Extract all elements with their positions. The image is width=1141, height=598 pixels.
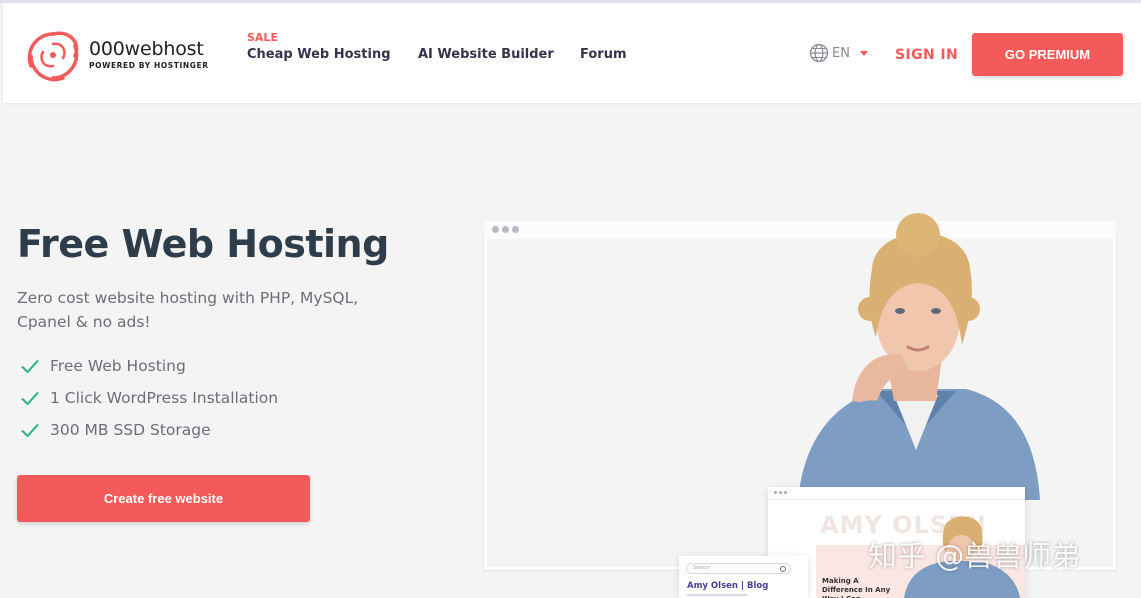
sale-badge: SALE bbox=[247, 31, 278, 44]
search-icon bbox=[780, 566, 786, 572]
hero-subtitle: Zero cost website hosting with PHP, MySQ… bbox=[17, 289, 359, 331]
divider bbox=[768, 499, 1025, 500]
logo-wordmark[interactable]: 000webhost POWERED BY HOSTINGER bbox=[89, 39, 209, 70]
nav-link-ai-website-builder[interactable]: AI Website Builder bbox=[418, 47, 554, 62]
preview-search-input: Search bbox=[686, 563, 791, 574]
language-label: EN bbox=[832, 45, 850, 61]
window-dots-icon bbox=[492, 226, 519, 233]
blog-preview-card: Search Amy Olsen | Blog bbox=[679, 556, 808, 598]
hero-person-image bbox=[798, 213, 1040, 500]
watermark-text: 知乎 @兽兽师弟 bbox=[868, 539, 1081, 573]
feature-item: 1 Click WordPress Installation bbox=[20, 382, 278, 414]
blog-title: Amy Olsen | Blog bbox=[687, 581, 769, 591]
check-icon bbox=[21, 359, 39, 374]
feature-label: Free Web Hosting bbox=[50, 357, 186, 375]
check-icon bbox=[21, 423, 39, 438]
check-icon bbox=[21, 391, 39, 406]
feature-item: 300 MB SSD Storage bbox=[20, 414, 278, 446]
preview-headline: Making A Difference In Any Way I Can bbox=[822, 577, 891, 598]
feature-label: 1 Click WordPress Installation bbox=[50, 389, 279, 407]
site-header: 000webhost POWERED BY HOSTINGER SALE Che… bbox=[3, 3, 1141, 103]
globe-icon bbox=[809, 43, 829, 63]
create-free-website-button[interactable]: Create free website bbox=[17, 475, 310, 522]
feature-item: Free Web Hosting bbox=[20, 350, 278, 382]
language-selector[interactable]: EN bbox=[809, 43, 868, 63]
go-premium-button[interactable]: GO PREMIUM bbox=[972, 33, 1123, 76]
feature-label: 300 MB SSD Storage bbox=[50, 421, 211, 439]
nav-link-cheap-web-hosting[interactable]: Cheap Web Hosting bbox=[247, 47, 391, 62]
sign-in-link[interactable]: SIGN IN bbox=[895, 47, 958, 63]
brand-name: 000webhost bbox=[89, 38, 204, 60]
swirl-logo-icon[interactable] bbox=[23, 26, 83, 84]
feature-list: Free Web Hosting 1 Click WordPress Insta… bbox=[20, 350, 278, 446]
window-dots-icon bbox=[774, 491, 787, 494]
preview-search-placeholder: Search bbox=[693, 565, 711, 571]
nav-link-forum[interactable]: Forum bbox=[580, 47, 627, 62]
brand-tagline: POWERED BY HOSTINGER bbox=[89, 61, 209, 70]
blog-url-line bbox=[687, 594, 747, 596]
chevron-down-icon bbox=[859, 50, 868, 56]
hero-title: Free Web Hosting bbox=[17, 222, 389, 266]
